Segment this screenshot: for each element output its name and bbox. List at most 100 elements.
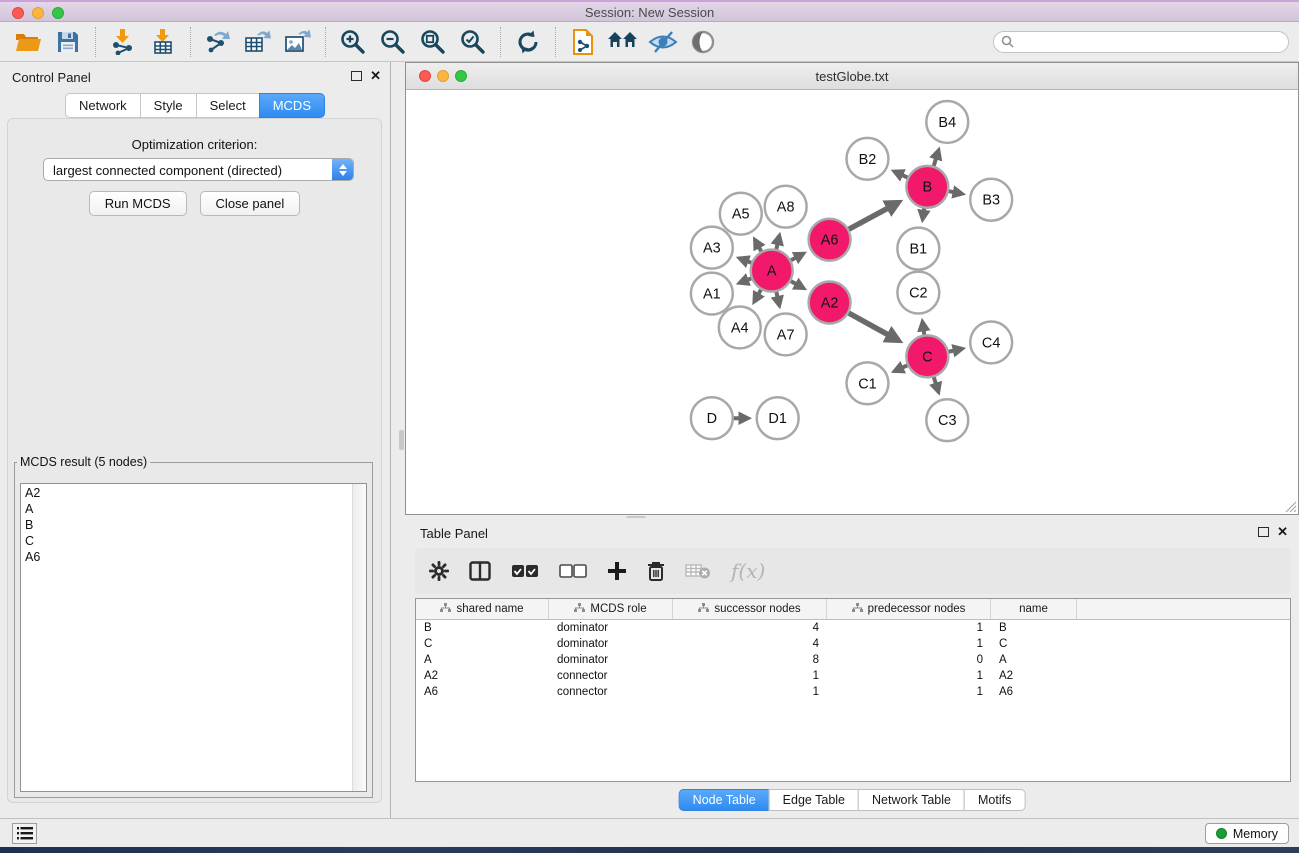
tab-edge-table[interactable]: Edge Table: [769, 789, 859, 811]
home-network-icon[interactable]: [603, 26, 643, 58]
open-file-icon[interactable]: [8, 26, 48, 58]
delete-column-icon[interactable]: [647, 561, 665, 582]
table-row[interactable]: Cdominator41C: [416, 636, 1290, 652]
tab-style[interactable]: Style: [140, 93, 197, 118]
node-D1[interactable]: D1: [757, 397, 799, 439]
run-mcds-button[interactable]: Run MCDS: [89, 191, 187, 216]
close-panel-icon[interactable]: ✕: [370, 68, 381, 84]
main-toolbar: [0, 22, 1299, 62]
result-list-item[interactable]: C: [25, 533, 362, 549]
refresh-icon[interactable]: [508, 26, 548, 58]
node-A7[interactable]: A7: [765, 313, 807, 355]
export-network-icon[interactable]: [198, 26, 238, 58]
scrollbar[interactable]: [352, 484, 366, 791]
node-A4[interactable]: A4: [719, 306, 761, 348]
table-panel-header: Table Panel ✕: [405, 518, 1299, 546]
delete-table-icon[interactable]: [685, 562, 711, 580]
zoom-out-icon[interactable]: [373, 26, 413, 58]
tab-network[interactable]: Network: [65, 93, 141, 118]
tab-motifs[interactable]: Motifs: [964, 789, 1025, 811]
tab-select[interactable]: Select: [196, 93, 260, 118]
node-C3[interactable]: C3: [926, 399, 968, 441]
close-panel-button[interactable]: Close panel: [200, 191, 301, 216]
tab-node-table[interactable]: Node Table: [679, 789, 770, 811]
node-B4[interactable]: B4: [926, 101, 968, 143]
save-session-icon[interactable]: [48, 26, 88, 58]
table-cell: A: [991, 652, 1077, 668]
edge-A2-C[interactable]: [846, 312, 898, 341]
edge-A6-B[interactable]: [846, 202, 898, 230]
result-list-item[interactable]: A6: [25, 549, 362, 565]
node-A1[interactable]: A1: [691, 273, 733, 315]
node-A8[interactable]: A8: [765, 186, 807, 228]
function-builder-icon[interactable]: f(x): [731, 559, 765, 583]
node-B1[interactable]: B1: [897, 228, 939, 270]
node-A3[interactable]: A3: [691, 227, 733, 269]
memory-button[interactable]: Memory: [1205, 823, 1289, 844]
zoom-in-icon[interactable]: [333, 26, 373, 58]
gear-icon[interactable]: [429, 561, 449, 581]
import-table-icon[interactable]: [143, 26, 183, 58]
split-table-icon[interactable]: [469, 561, 491, 581]
node-B[interactable]: B: [906, 166, 948, 208]
resize-grip[interactable]: [1283, 499, 1297, 513]
network-document-icon[interactable]: [563, 26, 603, 58]
column-header-name[interactable]: name: [991, 599, 1077, 619]
network-window: testGlobe.txt A A1 A2 A3 A4 A5 A6 A7 A8 B B1 B2 B3B4…: [405, 62, 1299, 515]
column-header-successor-nodes[interactable]: successor nodes: [673, 599, 827, 619]
result-list-item[interactable]: B: [25, 517, 362, 533]
node-D[interactable]: D: [691, 397, 733, 439]
node-C1[interactable]: C1: [847, 362, 889, 404]
mcds-result-title: MCDS result (5 nodes): [17, 455, 150, 469]
network-window-titlebar[interactable]: testGlobe.txt: [406, 63, 1298, 90]
criterion-dropdown[interactable]: largest connected component (directed): [43, 158, 354, 181]
table-row[interactable]: A6connector11A6: [416, 684, 1290, 700]
node-A[interactable]: A: [751, 250, 793, 292]
column-header-shared-name[interactable]: shared name: [416, 599, 549, 619]
node-A2[interactable]: A2: [809, 282, 851, 324]
close-panel-icon[interactable]: ✕: [1277, 524, 1288, 540]
node-C2[interactable]: C2: [897, 272, 939, 314]
table-tabs: Node Table Edge Table Network Table Moti…: [679, 789, 1026, 811]
tab-mcds[interactable]: MCDS: [259, 93, 325, 118]
hide-eye-icon[interactable]: [643, 26, 683, 58]
column-header-filler: [1077, 599, 1290, 619]
mcds-result-list[interactable]: A2ABCA6: [20, 483, 367, 792]
result-list-item[interactable]: A: [25, 501, 362, 517]
toolbar-separator: [325, 27, 326, 57]
node-C[interactable]: C: [906, 335, 948, 377]
table-row[interactable]: Bdominator41B: [416, 620, 1290, 636]
table-cell: 0: [827, 652, 991, 668]
node-B2[interactable]: B2: [847, 138, 889, 180]
table-row[interactable]: Adominator80A: [416, 652, 1290, 668]
node-table[interactable]: shared nameMCDS rolesuccessor nodesprede…: [415, 598, 1291, 782]
column-header-MCDS-role[interactable]: MCDS role: [549, 599, 673, 619]
unchecked-columns-icon[interactable]: [559, 564, 587, 578]
network-canvas[interactable]: A A1 A2 A3 A4 A5 A6 A7 A8 B B1 B2 B3B4 C C1 C2 C3C4 D D1: [406, 91, 1298, 514]
network-graph[interactable]: A A1 A2 A3 A4 A5 A6 A7 A8 B B1 B2 B3B4 C C1 C2 C3C4 D D1: [406, 91, 1298, 514]
task-history-button[interactable]: [12, 823, 37, 844]
svg-text:A6: A6: [821, 233, 839, 249]
result-list-item[interactable]: A2: [25, 485, 362, 501]
vertical-splitter-handle[interactable]: [399, 430, 404, 450]
float-panel-icon[interactable]: [1258, 527, 1269, 537]
import-network-icon[interactable]: [103, 26, 143, 58]
tab-network-table[interactable]: Network Table: [858, 789, 965, 811]
checked-columns-icon[interactable]: [511, 564, 539, 578]
node-C4[interactable]: C4: [970, 321, 1012, 363]
column-header-predecessor-nodes[interactable]: predecessor nodes: [827, 599, 991, 619]
export-table-icon[interactable]: [238, 26, 278, 58]
add-column-icon[interactable]: [607, 561, 627, 581]
node-A6[interactable]: A6: [809, 219, 851, 261]
node-B3[interactable]: B3: [970, 179, 1012, 221]
export-image-icon[interactable]: [278, 26, 318, 58]
float-panel-icon[interactable]: [351, 71, 362, 81]
zoom-fit-icon[interactable]: [413, 26, 453, 58]
table-row[interactable]: A2connector11A2: [416, 668, 1290, 684]
search-input[interactable]: [1018, 35, 1288, 49]
zoom-selected-icon[interactable]: [453, 26, 493, 58]
node-A5[interactable]: A5: [720, 193, 762, 235]
show-eye-icon[interactable]: [683, 26, 723, 58]
search-field[interactable]: [993, 31, 1289, 53]
table-cell: C: [416, 636, 549, 652]
